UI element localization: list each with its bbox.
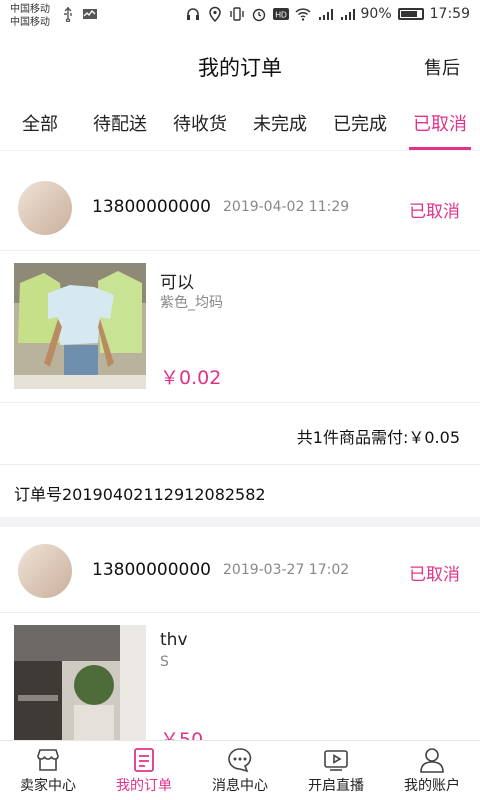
user-icon	[420, 748, 444, 773]
nav-label: 卖家中心	[20, 778, 76, 794]
order-date: 2019-04-02 11:29	[223, 199, 350, 215]
header-bar: 我的订单 售后	[0, 32, 480, 100]
order-list-icon	[134, 748, 154, 772]
location-icon	[208, 6, 221, 22]
activity-icon	[83, 9, 97, 19]
product-price: ￥50	[160, 729, 204, 741]
store-icon	[37, 749, 59, 771]
svg-text:HD: HD	[275, 11, 287, 20]
tab-cancelled[interactable]: 已取消	[400, 100, 480, 150]
battery-percent: 90%	[360, 6, 392, 22]
status-bar: 中国移动 中国移动 HD 90% 17:59	[0, 0, 480, 32]
clock-time: 17:59	[429, 6, 470, 22]
bottom-navigation: 卖家中心 我的订单 消息中心 开启直播 我的账户	[0, 740, 480, 800]
tab-all[interactable]: 全部	[0, 100, 80, 150]
nav-label: 我的订单	[116, 778, 172, 794]
alarm-icon	[252, 8, 265, 22]
headset-icon	[186, 8, 199, 20]
order-date: 2019-03-27 17:02	[223, 562, 350, 578]
order-summary: 共1件商品需付:￥0.05	[0, 403, 480, 465]
product-image	[14, 263, 146, 389]
tab-incomplete[interactable]: 未完成	[240, 100, 320, 150]
order-item[interactable]: 可以 紫色_均码 ￥0.02	[0, 251, 480, 403]
vibrate-icon	[229, 7, 244, 21]
product-spec: S	[160, 654, 169, 670]
product-name: thv	[160, 630, 188, 650]
product-price: ￥0.02	[160, 367, 222, 389]
tab-pending-receipt[interactable]: 待收货	[160, 100, 240, 150]
carrier-2: 中国移动	[10, 17, 50, 28]
tab-completed[interactable]: 已完成	[320, 100, 400, 150]
order-card[interactable]: 13800000000 2019-03-27 17:02 已取消 thv S ￥…	[0, 527, 480, 741]
nav-label: 消息中心	[212, 778, 268, 794]
order-item[interactable]: thv S ￥50	[0, 613, 480, 741]
nav-label: 我的账户	[404, 778, 460, 794]
message-icon	[228, 748, 252, 773]
live-video-icon	[324, 750, 348, 771]
product-image	[14, 625, 146, 741]
carrier-1: 中国移动	[10, 4, 50, 15]
nav-message-center[interactable]: 消息中心	[192, 741, 288, 800]
hd-icon: HD	[272, 8, 289, 20]
avatar	[18, 181, 72, 235]
wifi-icon	[294, 8, 311, 21]
order-status: 已取消	[409, 202, 460, 222]
buyer-phone: 13800000000	[92, 197, 211, 217]
tab-pending-delivery[interactable]: 待配送	[80, 100, 160, 150]
buyer-phone: 13800000000	[92, 560, 211, 580]
order-header: 13800000000 2019-03-27 17:02 已取消	[0, 527, 480, 613]
product-spec: 紫色_均码	[160, 295, 223, 311]
order-number-row: 订单号20190402112912082582	[0, 465, 480, 517]
order-header: 13800000000 2019-04-02 11:29 已取消	[0, 151, 480, 251]
signal-2g-icon	[340, 9, 355, 20]
signal-4g-icon	[318, 9, 333, 20]
nav-start-live[interactable]: 开启直播	[288, 741, 384, 800]
order-status: 已取消	[409, 565, 460, 585]
avatar	[18, 544, 72, 598]
order-total: 共1件商品需付:￥0.05	[296, 428, 460, 447]
order-number: 订单号20190402112912082582	[14, 485, 266, 504]
order-card[interactable]: 13800000000 2019-04-02 11:29 已取消 可以 紫色_均…	[0, 151, 480, 517]
carrier-info: 中国移动 中国移动	[10, 3, 50, 29]
nav-my-orders[interactable]: 我的订单	[96, 741, 192, 800]
page-title: 我的订单	[198, 56, 282, 80]
product-name: 可以	[160, 273, 194, 293]
usb-icon	[64, 7, 72, 22]
battery-icon	[397, 8, 424, 20]
nav-label: 开启直播	[308, 778, 364, 794]
nav-my-account[interactable]: 我的账户	[384, 741, 480, 800]
after-sale-button[interactable]: 售后	[424, 54, 460, 80]
order-tabs: 全部 待配送 待收货 未完成 已完成 已取消	[0, 100, 480, 150]
nav-seller-center[interactable]: 卖家中心	[0, 741, 96, 800]
